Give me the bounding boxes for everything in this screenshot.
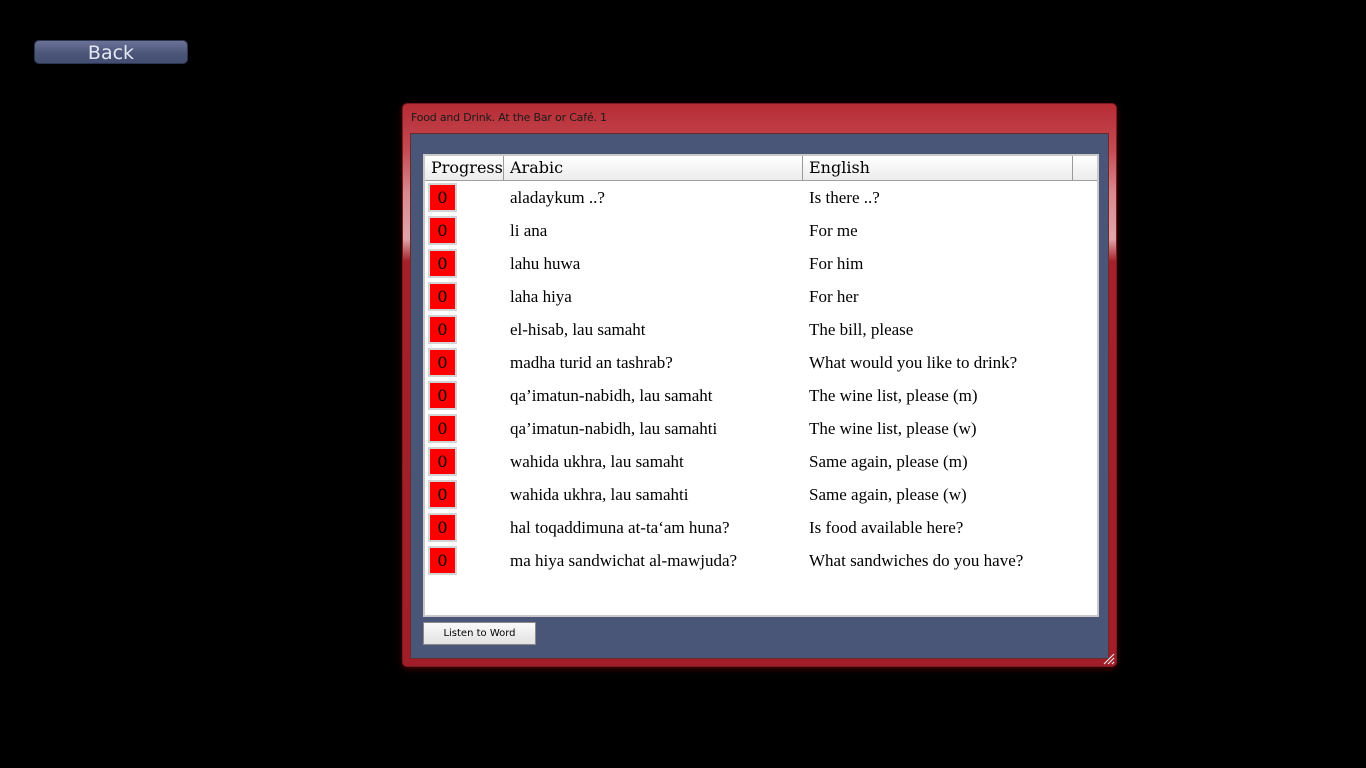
phrase-table: Progress Arabic English 0 aladaykum ..? …: [423, 154, 1099, 617]
arabic-phrase: laha hiya: [510, 287, 572, 306]
table-row[interactable]: 0 ma hiya sandwichat al-mawjuda? What sa…: [425, 544, 1097, 577]
progress-indicator[interactable]: 0: [428, 381, 457, 410]
english-phrase: The wine list, please (w): [809, 419, 977, 438]
progress-indicator[interactable]: 0: [428, 216, 457, 245]
arabic-phrase: el-hisab, lau samaht: [510, 320, 646, 339]
resize-grip-icon[interactable]: [1101, 651, 1115, 665]
progress-indicator[interactable]: 0: [428, 546, 457, 575]
table-row[interactable]: 0 wahida ukhra, lau samaht Same again, p…: [425, 445, 1097, 478]
progress-indicator[interactable]: 0: [428, 513, 457, 542]
arabic-phrase: lahu huwa: [510, 254, 581, 273]
progress-indicator[interactable]: 0: [428, 282, 457, 311]
english-phrase: Is food available here?: [809, 518, 964, 537]
english-phrase: The wine list, please (m): [809, 386, 978, 405]
progress-indicator[interactable]: 0: [428, 414, 457, 443]
arabic-phrase: madha turid an tashrab?: [510, 353, 673, 372]
arabic-phrase: aladaykum ..?: [510, 188, 605, 207]
progress-indicator[interactable]: 0: [428, 480, 457, 509]
arabic-phrase: li ana: [510, 221, 548, 240]
table-row[interactable]: 0 wahida ukhra, lau samahti Same again, …: [425, 478, 1097, 511]
progress-indicator[interactable]: 0: [428, 183, 457, 212]
progress-indicator[interactable]: 0: [428, 447, 457, 476]
english-phrase: What would you like to drink?: [809, 353, 1018, 372]
english-phrase: For me: [809, 221, 858, 240]
table-row[interactable]: 0 hal toqaddimuna at-ta‘am huna? Is food…: [425, 511, 1097, 544]
table-row[interactable]: 0 madha turid an tashrab? What would you…: [425, 346, 1097, 379]
column-header-english[interactable]: English: [803, 156, 1073, 180]
back-button[interactable]: Back: [34, 40, 188, 64]
arabic-phrase: qa’imatun-nabidh, lau samahti: [510, 419, 718, 438]
english-phrase: For him: [809, 254, 864, 273]
column-header-filler: [1073, 156, 1097, 180]
progress-indicator[interactable]: 0: [428, 348, 457, 377]
arabic-phrase: ma hiya sandwichat al-mawjuda?: [510, 551, 738, 570]
table-row[interactable]: 0 lahu huwa For him: [425, 247, 1097, 280]
arabic-phrase: wahida ukhra, lau samahti: [510, 485, 689, 504]
english-phrase: The bill, please: [809, 320, 914, 339]
arabic-phrase: wahida ukhra, lau samaht: [510, 452, 684, 471]
arabic-phrase: hal toqaddimuna at-ta‘am huna?: [510, 518, 730, 537]
english-phrase: For her: [809, 287, 859, 306]
table-row[interactable]: 0 qa’imatun-nabidh, lau samaht The wine …: [425, 379, 1097, 412]
table-row[interactable]: 0 qa’imatun-nabidh, lau samahti The wine…: [425, 412, 1097, 445]
table-row[interactable]: 0 li ana For me: [425, 214, 1097, 247]
phrase-window: Food and Drink. At the Bar or Café. 1 Pr…: [402, 103, 1117, 667]
english-phrase: What sandwiches do you have?: [809, 551, 1024, 570]
progress-indicator[interactable]: 0: [428, 249, 457, 278]
arabic-phrase: qa’imatun-nabidh, lau samaht: [510, 386, 713, 405]
listen-to-word-button[interactable]: Listen to Word: [423, 622, 536, 645]
english-phrase: Same again, please (w): [809, 485, 967, 504]
table-header: Progress Arabic English: [425, 156, 1097, 181]
english-phrase: Is there ..?: [809, 188, 880, 207]
table-row[interactable]: 0 el-hisab, lau samaht The bill, please: [425, 313, 1097, 346]
progress-indicator[interactable]: 0: [428, 315, 457, 344]
table-row[interactable]: 0 laha hiya For her: [425, 280, 1097, 313]
english-phrase: Same again, please (m): [809, 452, 968, 471]
window-title: Food and Drink. At the Bar or Café. 1: [411, 111, 607, 124]
table-body: 0 aladaykum ..? Is there ..? 0 li ana Fo…: [425, 181, 1097, 577]
table-row[interactable]: 0 aladaykum ..? Is there ..?: [425, 181, 1097, 214]
window-client-area: Progress Arabic English 0 aladaykum ..? …: [410, 133, 1109, 659]
column-header-arabic[interactable]: Arabic: [504, 156, 803, 180]
column-header-progress[interactable]: Progress: [425, 156, 504, 180]
